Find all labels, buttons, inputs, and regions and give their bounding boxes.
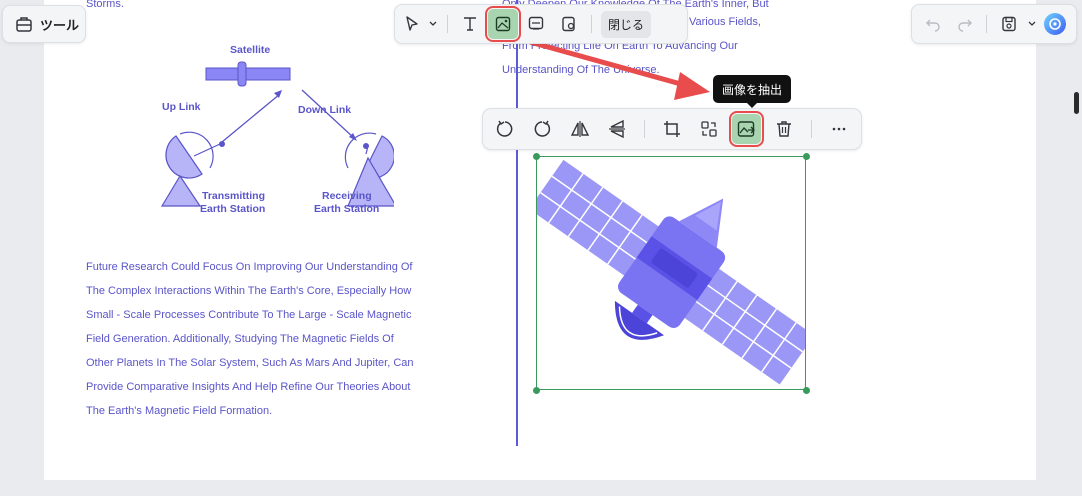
paragraph-line: The Earth's Magnetic Field Formation. xyxy=(86,405,273,417)
shape-icon xyxy=(562,16,575,32)
toolbar-separator xyxy=(591,15,592,33)
paragraph-line: Other Planets In The Solar System, Such … xyxy=(86,357,414,369)
delete-button[interactable] xyxy=(770,114,798,144)
vertical-scrollbar-thumb[interactable] xyxy=(1074,92,1079,114)
select-tool-dropdown[interactable] xyxy=(426,9,440,39)
undo-button[interactable] xyxy=(918,9,947,39)
satellite-communication-diagram: Satellite Up Link Down Link Transmitting… xyxy=(160,44,394,215)
chevron-down-icon xyxy=(1028,21,1036,26)
link-tool-button[interactable] xyxy=(521,9,551,39)
redo-icon xyxy=(957,19,972,32)
more-icon xyxy=(832,127,846,131)
select-arrow-icon xyxy=(406,16,418,31)
select-tool-button[interactable] xyxy=(401,9,423,39)
save-button[interactable] xyxy=(994,9,1023,39)
tools-label: ツール xyxy=(40,17,80,33)
toolbar-separator xyxy=(810,120,812,138)
undo-icon xyxy=(925,19,940,32)
toolbar-separator xyxy=(447,15,448,33)
flip-vertical-button[interactable] xyxy=(603,114,631,144)
chevron-down-icon xyxy=(429,21,437,26)
rotate-left-button[interactable] xyxy=(491,114,519,144)
save-dropdown[interactable] xyxy=(1026,9,1038,39)
diagram-transmitting-line1: Transmitting xyxy=(202,190,265,202)
rotate-right-button[interactable] xyxy=(528,114,556,144)
replace-icon xyxy=(701,121,717,137)
diagram-receiving-line2: Earth Station xyxy=(314,203,379,215)
image-selection-box[interactable] xyxy=(536,156,806,390)
redo-button[interactable] xyxy=(950,9,979,39)
paragraph-line: The Complex Interactions Within The Eart… xyxy=(86,285,412,297)
image-edit-toolbar xyxy=(482,108,862,150)
crop-button[interactable] xyxy=(658,114,686,144)
text-icon xyxy=(464,17,476,31)
ai-assistant-icon xyxy=(1044,13,1067,35)
diagram-transmitting-line2: Earth Station xyxy=(200,203,265,215)
extract-image-icon xyxy=(738,121,756,137)
rotate-right-icon xyxy=(534,120,551,137)
resize-handle-top-right[interactable] xyxy=(803,153,810,160)
text-tool-button[interactable] xyxy=(455,9,485,39)
paragraph-line: Future Research Could Focus On Improving… xyxy=(86,261,413,273)
diagram-satellite-label: Satellite xyxy=(230,44,270,56)
rotate-left-icon xyxy=(497,120,513,137)
resize-handle-bottom-left[interactable] xyxy=(533,387,540,394)
close-button[interactable]: 閉じる xyxy=(601,10,652,38)
replace-image-button[interactable] xyxy=(695,114,723,144)
delete-icon xyxy=(776,121,791,137)
toolbar-separator xyxy=(986,15,988,33)
flip-horizontal-button[interactable] xyxy=(565,114,593,144)
tools-button[interactable]: ツール xyxy=(2,5,86,43)
ai-assistant-button[interactable] xyxy=(1041,9,1070,39)
diagram-receiving-line1: Receiving xyxy=(322,190,372,202)
image-tool-button[interactable] xyxy=(485,6,521,42)
main-toolbar: 閉じる xyxy=(394,4,688,44)
extract-image-button[interactable] xyxy=(729,111,764,147)
flip-vertical-icon xyxy=(608,119,625,139)
save-icon xyxy=(1002,16,1016,32)
crop-icon xyxy=(663,121,680,137)
resize-handle-top-left[interactable] xyxy=(533,153,540,160)
extract-image-tooltip: 画像を抽出 xyxy=(713,75,791,108)
shape-tool-button[interactable] xyxy=(554,9,584,39)
paragraph-line: Field Generation. Additionally, Studying… xyxy=(86,333,394,345)
more-options-button[interactable] xyxy=(825,114,853,144)
diagram-uplink-label: Up Link xyxy=(162,101,201,113)
toolbox-icon xyxy=(16,17,32,32)
toolbar-separator xyxy=(643,120,645,138)
link-icon xyxy=(528,16,544,30)
resize-handle-bottom-right[interactable] xyxy=(803,387,810,394)
flip-horizontal-icon xyxy=(570,121,589,137)
right-toolbar xyxy=(911,4,1077,44)
image-icon xyxy=(495,16,511,32)
paragraph-line: Provide Comparative Insights And Help Re… xyxy=(86,381,411,393)
left-top-fragment: Storms. xyxy=(86,0,124,10)
paragraph-line: Small - Scale Processes Contribute To Th… xyxy=(86,309,412,321)
